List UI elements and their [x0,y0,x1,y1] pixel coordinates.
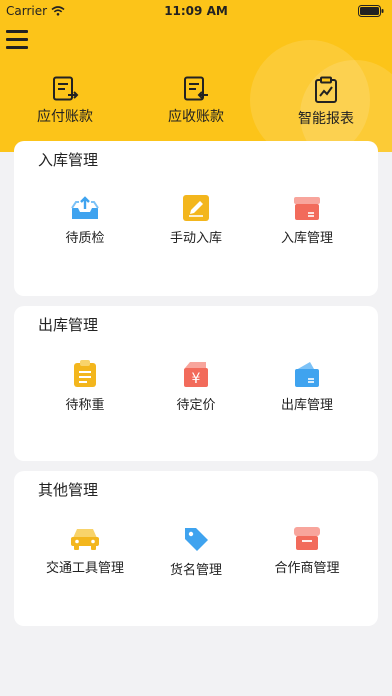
item-label: 待称重 [65,398,105,413]
item-label: 入库管理 [280,231,333,246]
svg-text:¥: ¥ [192,371,201,387]
pending-weighing-item[interactable]: 待称重 [30,360,140,413]
car-icon [71,529,99,550]
item-label: 待定价 [176,398,216,413]
item-label: 交通工具管理 [45,561,124,576]
quick-action-receivable[interactable]: 应收账款 [141,76,251,126]
battery-icon [358,5,384,17]
card-icon [295,362,319,387]
goods-name-management-item[interactable]: 货名管理 [141,525,251,578]
quick-action-label: 应付账款 [37,109,93,125]
store-icon [294,527,320,550]
edit-pencil-icon [183,195,209,221]
pending-pricing-item[interactable]: ¥ 待定价 [141,360,251,413]
quick-action-label: 智能报表 [298,111,354,127]
item-label: 货名管理 [169,563,222,578]
status-bar: Carrier 11:09 AM [0,0,392,22]
other-section-card: 其他管理 交通工具管理 货名管理 合作商管理 [14,471,378,626]
box-icon [294,197,320,220]
item-label: 手动入库 [169,231,222,246]
outbound-section-card: 出库管理 待称重 ¥ 待定价 出库管理 [14,306,378,461]
inbound-section-card: 入库管理 待质检 手动入库 入库管理 [14,141,378,296]
section-title: 入库管理 [38,151,99,169]
quick-action-label: 应收账款 [168,109,224,125]
receivable-doc-icon [184,76,208,101]
item-label: 待质检 [65,231,105,246]
section-title: 其他管理 [38,481,99,499]
tag-icon [185,528,208,551]
payable-doc-icon [53,76,79,101]
yen-tag-icon: ¥ [184,362,208,387]
pending-inspection-item[interactable]: 待质检 [30,195,140,246]
partner-management-item[interactable]: 合作商管理 [252,525,362,576]
header: Carrier 11:09 AM 应付账款 应收账款 智能报表 [0,0,392,152]
quick-action-report[interactable]: 智能报表 [271,76,381,128]
hamburger-menu-icon[interactable] [6,30,28,50]
outbound-management-item[interactable]: 出库管理 [252,360,362,413]
inbound-management-item[interactable]: 入库管理 [252,195,362,246]
manual-inbound-item[interactable]: 手动入库 [141,195,251,246]
tray-upload-icon [71,196,99,219]
item-label: 合作商管理 [274,561,340,576]
quick-action-payable[interactable]: 应付账款 [10,76,120,126]
section-title: 出库管理 [38,316,99,334]
report-clipboard-icon [315,76,337,103]
clipboard-list-icon [74,360,96,387]
status-time: 11:09 AM [164,4,228,18]
item-label: 出库管理 [280,398,333,413]
vehicle-management-item[interactable]: 交通工具管理 [30,525,140,576]
